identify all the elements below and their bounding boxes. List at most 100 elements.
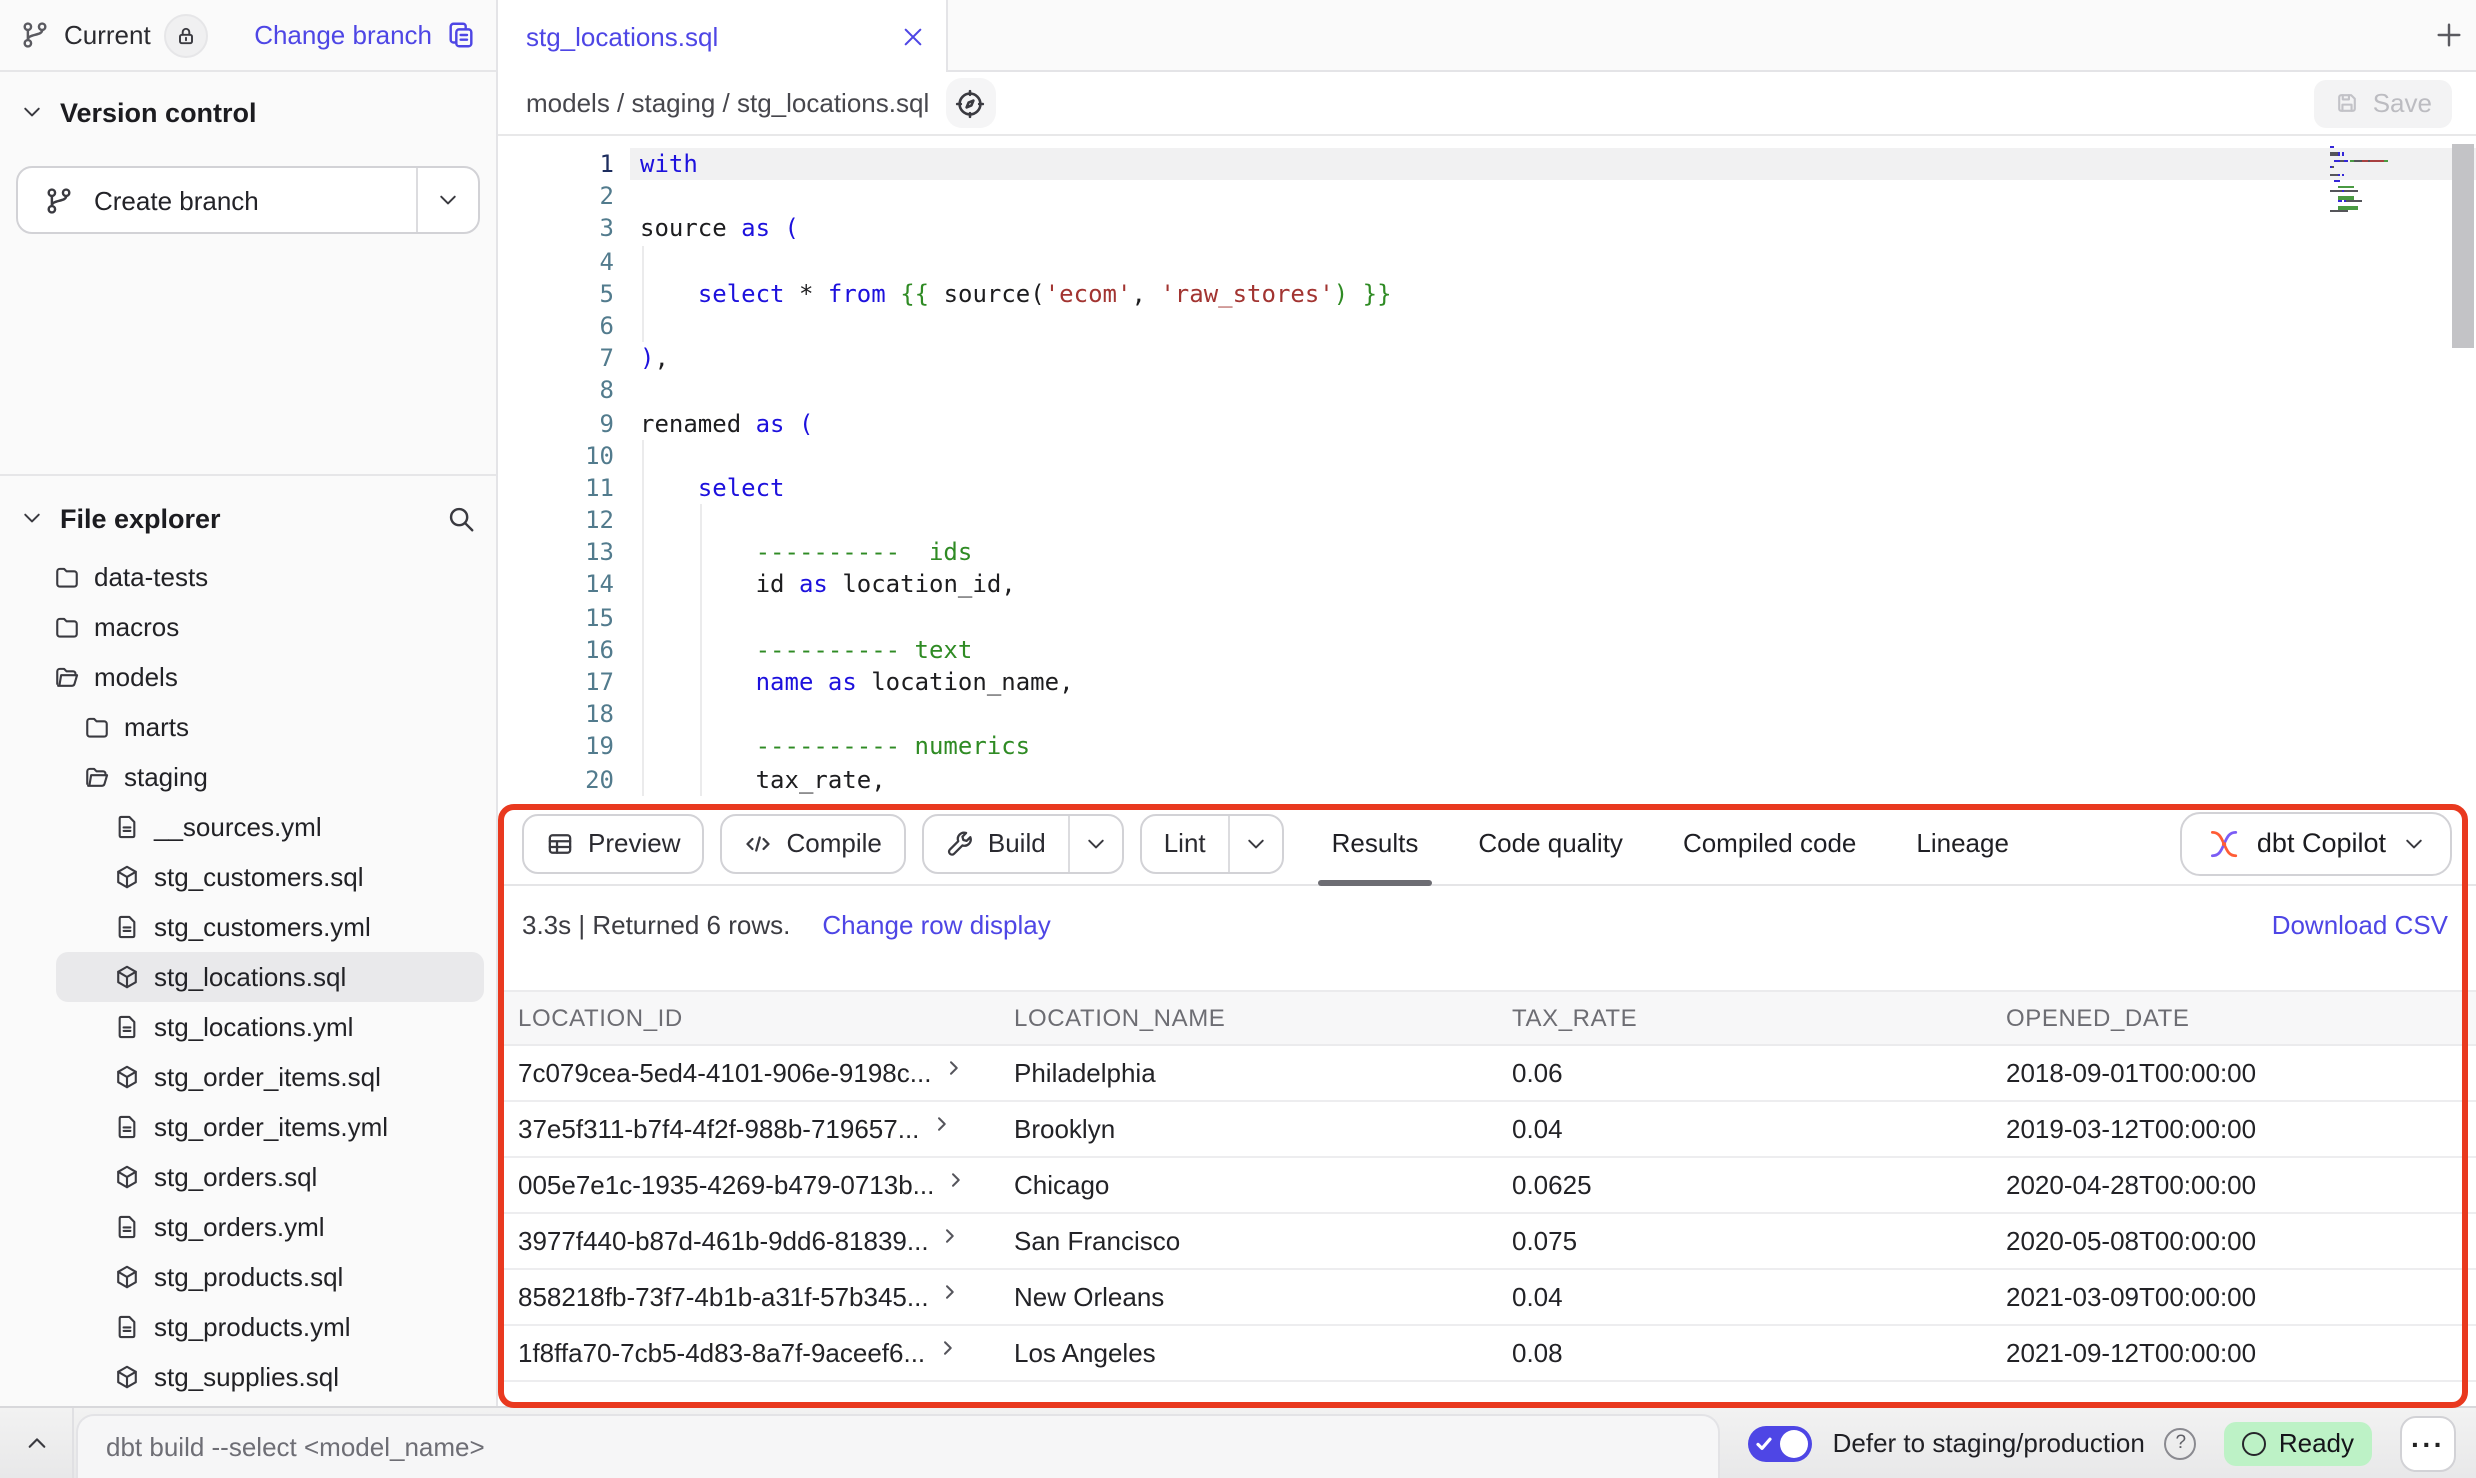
code-line[interactable]: 14 id as location_id, [498,569,2476,601]
expand-row-icon[interactable] [946,1170,966,1190]
code-line[interactable]: 17 name as location_name, [498,666,2476,698]
help-icon[interactable]: ? [2165,1427,2197,1459]
tree-item-stg-orders-sql[interactable]: stg_orders.sql [0,1152,496,1202]
table-row[interactable]: 1f8ffa70-7cb5-4d83-8a7f-9aceef6...Los An… [498,1325,2476,1381]
tree-item-stg-order-items-yml[interactable]: stg_order_items.yml [0,1102,496,1152]
code-line[interactable]: 6 [498,310,2476,342]
tree-item-stg-products-yml[interactable]: stg_products.yml [0,1302,496,1352]
new-tab-button[interactable] [2420,7,2476,63]
table-row[interactable]: 858218fb-73f7-4b1b-a31f-57b345...New Orl… [498,1269,2476,1325]
compile-button[interactable]: Compile [721,813,906,873]
code-line[interactable]: 15 [498,601,2476,633]
tree-item-stg-locations-sql[interactable]: stg_locations.sql [0,952,496,1002]
tab-compiled-code[interactable]: Compiled code [1683,802,1856,884]
search-icon[interactable] [446,503,476,533]
compass-icon [954,87,986,119]
tab-lineage[interactable]: Lineage [1916,802,2009,884]
tree-item-stg-locations-yml[interactable]: stg_locations.yml [0,1002,496,1052]
close-icon[interactable] [900,23,926,49]
change-branch-link[interactable]: Change branch [254,20,432,50]
code-line[interactable]: 19 ---------- numerics [498,731,2476,763]
more-options-button[interactable]: ··· [2400,1415,2456,1471]
folder-icon [54,614,80,640]
code-line[interactable]: 8 [498,375,2476,407]
chevron-down-icon [20,100,44,124]
minimap[interactable] [2330,146,2442,214]
build-menu-button[interactable] [1068,815,1122,871]
code-line[interactable]: 12 [498,504,2476,536]
code-line[interactable]: 9renamed as ( [498,407,2476,439]
status-badge[interactable]: Ready [2225,1421,2372,1465]
defer-toggle[interactable] [1749,1425,1813,1461]
copy-branch-icon[interactable] [446,20,476,50]
tree-item-stg-order-items-sql[interactable]: stg_order_items.sql [0,1052,496,1102]
code-line[interactable]: 11 select [498,472,2476,504]
version-control-header[interactable]: Version control [0,90,496,134]
tree-item-stg-products-sql[interactable]: stg_products.sql [0,1252,496,1302]
chevron-up-icon [23,1430,49,1456]
expand-row-icon[interactable] [941,1226,961,1246]
editor-scrollbar[interactable] [2452,144,2474,348]
code-editor[interactable]: 1with23source as (45 select * from {{ so… [498,134,2476,802]
tab-results[interactable]: Results [1332,802,1419,884]
tree-item--sources-yml[interactable]: __sources.yml [0,802,496,852]
code-line[interactable]: 1with [498,148,2476,180]
change-row-display-link[interactable]: Change row display [822,909,1050,939]
expand-row-icon[interactable] [937,1338,957,1358]
tree-item-marts[interactable]: marts [0,702,496,752]
cell-value: 2020-05-08T00:00:00 [2006,1226,2256,1256]
table-row[interactable]: 005e7e1c-1935-4269-b479-0713b...Chicago0… [498,1157,2476,1213]
expand-row-icon[interactable] [941,1282,961,1302]
save-button[interactable]: Save [2315,79,2452,127]
code-line[interactable]: 3source as ( [498,213,2476,245]
code-line[interactable]: 4 [498,245,2476,277]
tree-item-models[interactable]: models [0,652,496,702]
command-input[interactable]: dbt build --select <model_name> [76,1414,1721,1478]
tree-item-label: stg_customers.yml [154,912,371,942]
expand-command-bar-button[interactable] [0,1408,74,1478]
preview-button-main[interactable]: Preview [524,815,703,871]
tree-item-staging[interactable]: staging [0,752,496,802]
navigate-button[interactable] [945,78,995,128]
table-icon [546,829,574,857]
table-row[interactable]: 7c079cea-5ed4-4101-906e-9198c...Philadel… [498,1045,2476,1101]
code-text: source as ( [630,213,2476,245]
lint-menu-button[interactable] [1228,815,1282,871]
code-line[interactable]: 7), [498,342,2476,374]
code-line[interactable]: 20 tax_rate, [498,763,2476,795]
code-line[interactable]: 18 [498,698,2476,730]
build-button[interactable]: Build [922,813,1124,873]
table-row[interactable]: 3977f440-b87d-461b-9dd6-81839...San Fran… [498,1213,2476,1269]
build-button-main[interactable]: Build [924,815,1068,871]
code-line[interactable]: 2 [498,180,2476,212]
file-tree: data-testsmacrosmodelsmartsstaging__sour… [0,552,496,1402]
tree-item-stg-orders-yml[interactable]: stg_orders.yml [0,1202,496,1252]
expand-row-icon[interactable] [943,1058,963,1078]
tree-item-label: stg_orders.yml [154,1212,325,1242]
code-line[interactable]: 13 ---------- ids [498,537,2476,569]
tree-item-stg-customers-yml[interactable]: stg_customers.yml [0,902,496,952]
tree-item-stg-supplies-sql[interactable]: stg_supplies.sql [0,1352,496,1402]
cell-value: 0.075 [1512,1226,1577,1256]
download-csv-link[interactable]: Download CSV [2272,909,2448,939]
cell: 0.0625 [1492,1157,1986,1213]
code-line[interactable]: 10 [498,439,2476,471]
create-branch-menu-button[interactable] [416,168,478,232]
tree-item-data-tests[interactable]: data-tests [0,552,496,602]
table-row[interactable]: 37e5f311-b7f4-4f2f-988b-719657...Brookly… [498,1101,2476,1157]
lint-button-main[interactable]: Lint [1142,815,1228,871]
dbt-copilot-button[interactable]: dbt Copilot [2181,811,2452,875]
tree-item-macros[interactable]: macros [0,602,496,652]
preview-button[interactable]: Preview [522,813,705,873]
file-explorer-header[interactable]: File explorer [0,496,496,540]
compile-button-main[interactable]: Compile [723,815,904,871]
tab-code-quality[interactable]: Code quality [1478,802,1623,884]
code-line[interactable]: 16 ---------- text [498,634,2476,666]
create-branch-button[interactable]: Create branch [18,168,416,232]
tab-stg-locations-sql[interactable]: stg_locations.sql [498,0,948,72]
tree-item-stg-customers-sql[interactable]: stg_customers.sql [0,852,496,902]
lint-button[interactable]: Lint [1140,813,1284,873]
expand-row-icon[interactable] [931,1114,951,1134]
code-line[interactable]: 5 select * from {{ source('ecom', 'raw_s… [498,278,2476,310]
chevron-down-icon [1084,831,1108,855]
